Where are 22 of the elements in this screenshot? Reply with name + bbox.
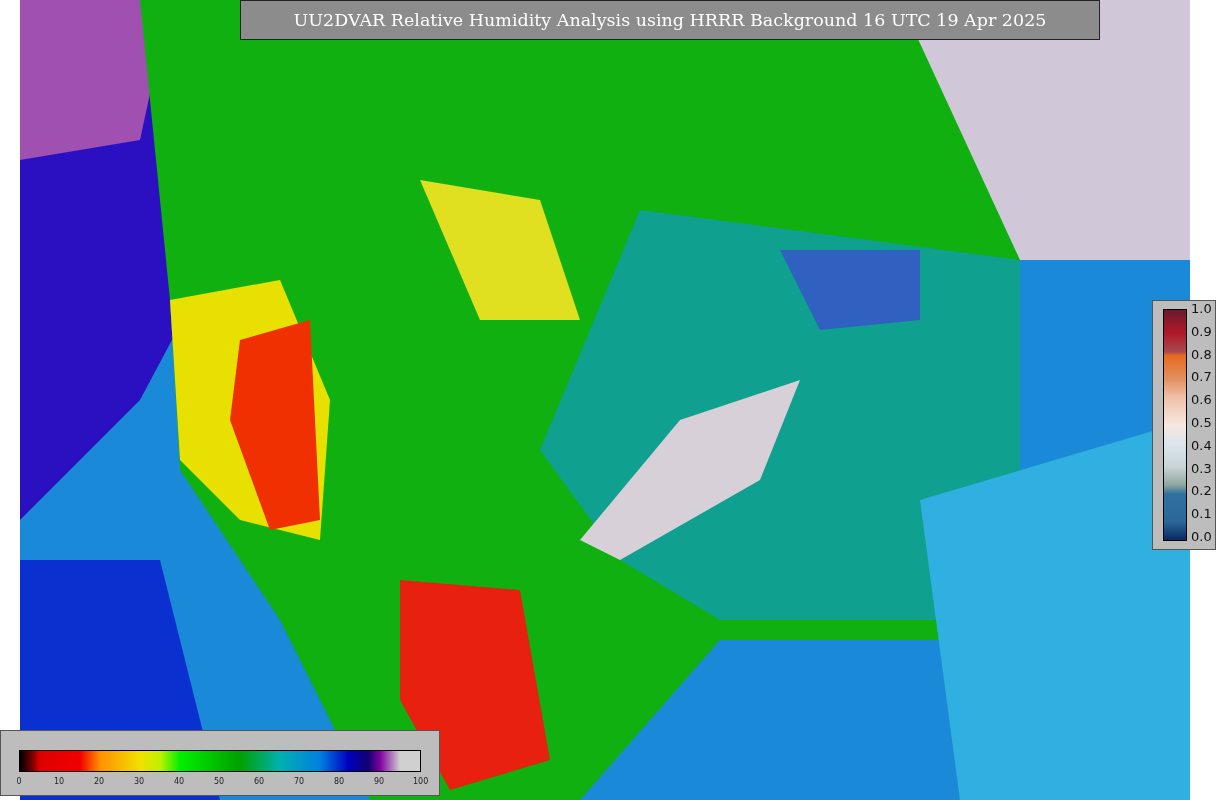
colorbar-tick-label: 80 [333, 777, 345, 786]
colorbar-tick-label: 0.6 [1191, 394, 1212, 407]
colorbar-tick-label: 30 [133, 777, 145, 786]
colorbar-tick-label: 20 [93, 777, 105, 786]
colorbar-tick-label: 0 [15, 777, 23, 786]
colorbar-tick-label: 0.7 [1191, 371, 1212, 384]
colorbar-tick-label: 0.8 [1191, 348, 1212, 361]
colorbar-tick-label: 1.0 [1191, 303, 1212, 315]
colorbar-tick-label: 0.3 [1191, 462, 1212, 475]
colorbar-tick-label: 10 [53, 777, 65, 786]
colorbar-tick-label: 0.0 [1191, 530, 1212, 543]
colorbar-tick-label: 90 [373, 777, 385, 786]
map-title: UU2DVAR Relative Humidity Analysis using HRRR Background 16 UTC 19 Apr 2025 [240, 0, 1100, 40]
colorbar-tick-label: 50 [213, 777, 225, 786]
colorbar-tick-label: 40 [173, 777, 185, 786]
colorbar-tick-label: 0.4 [1191, 439, 1212, 452]
colorbar-tick-label: 0.2 [1191, 485, 1212, 498]
colorbar-tick-label: 70 [293, 777, 305, 786]
colorbar-tick-label: 0.5 [1191, 417, 1212, 429]
colorbar-tick-label: 0.1 [1191, 508, 1212, 521]
colorbar-tick-label: 0.9 [1191, 325, 1212, 338]
colorbar-tick-label: 60 [253, 777, 265, 786]
